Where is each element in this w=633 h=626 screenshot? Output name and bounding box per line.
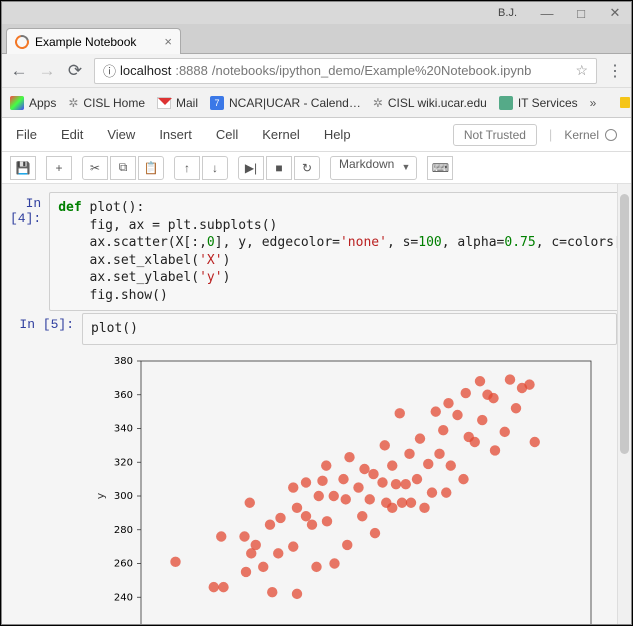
gear-icon: ✲ [68,96,78,110]
bookmark-it-services[interactable]: IT Services [499,96,578,110]
window-close-button[interactable]: ✕ [605,5,625,21]
window-user: B.J. [498,7,517,19]
site-icon [499,96,513,110]
bookmark-label: NCAR|UCAR - Calend… [229,96,361,110]
move-down-button[interactable]: ↓ [202,156,228,180]
bookmark-ncar-calendar[interactable]: 7 NCAR|UCAR - Calend… [210,96,361,110]
menu-edit[interactable]: Edit [61,127,83,142]
cell-type-select[interactable]: Markdown [330,156,417,180]
svg-text:340: 340 [114,423,133,434]
site-info-icon[interactable]: ⓘ [103,61,116,80]
move-up-button[interactable]: ↑ [174,156,200,180]
output-cell: 2345678220240260280300320340360380Xy [10,347,617,624]
command-palette-button[interactable]: ⌨ [427,156,453,180]
menu-view[interactable]: View [107,127,135,142]
toolbar: 💾 + ✂ ⧉ 📋 ↑ ↓ ▶| ■ ↻ Markdown ⌨ [2,152,631,184]
bookmark-label: IT Services [518,96,578,110]
window-maximize-button[interactable]: □ [571,6,591,21]
vertical-scrollbar[interactable] [617,184,631,624]
url-path: /notebooks/ipython_demo/Example%20Notebo… [212,63,531,78]
code-editor[interactable]: plot() [82,313,617,345]
calendar-icon: 7 [210,96,224,110]
back-button[interactable]: ← [10,61,28,81]
input-prompt: In [4]: [10,192,49,311]
bookmark-label: Mail [176,96,198,110]
bookmarks-overflow-button[interactable]: » [590,96,597,110]
gmail-icon [157,97,171,109]
browser-window: B.J. — □ ✕ Example Notebook × ← → ⟳ ⓘ lo… [1,1,632,625]
scrollbar-thumb[interactable] [620,194,629,454]
copy-button[interactable]: ⧉ [110,156,136,180]
bookmark-cisl-home[interactable]: ✲ CISL Home [68,96,145,110]
kernel-label: Kernel [564,128,599,142]
url-port: :8888 [175,63,208,78]
menu-bar: File Edit View Insert Cell Kernel Help N… [2,118,631,152]
window-titlebar: B.J. — □ ✕ [2,2,631,24]
tab-title: Example Notebook [35,35,136,49]
notebook-page: File Edit View Insert Cell Kernel Help N… [2,118,631,624]
other-bookmarks-button[interactable]: Other bookmarks [620,89,633,117]
code-editor[interactable]: def plot(): fig, ax = plt.subplots() ax.… [49,192,631,311]
code-cell[interactable]: In [5]: plot() [10,313,617,345]
menu-help[interactable]: Help [324,127,351,142]
apps-button[interactable]: Apps [10,96,56,110]
tab-strip: Example Notebook × [2,24,631,54]
scatter-plot: 2345678220240260280300320340360380Xy [86,351,606,624]
svg-text:260: 260 [114,558,133,569]
separator: | [549,127,552,142]
menu-file[interactable]: File [16,127,37,142]
notebook-scroll-area[interactable]: In [4]: def plot(): fig, ax = plt.subplo… [2,184,631,624]
menu-insert[interactable]: Insert [159,127,192,142]
bookmark-mail[interactable]: Mail [157,96,198,110]
url-host: localhost [120,63,171,78]
address-bar-row: ← → ⟳ ⓘ localhost :8888/notebooks/ipython… [2,54,631,88]
svg-text:360: 360 [114,390,133,401]
menu-kernel[interactable]: Kernel [262,127,300,142]
output-prompt [10,347,82,624]
svg-text:280: 280 [114,525,133,536]
apps-icon [10,96,24,110]
bookmark-cisl-wiki[interactable]: ✲ CISL wiki.ucar.edu [373,96,487,110]
svg-text:300: 300 [114,491,133,502]
tab-notebook[interactable]: Example Notebook × [6,28,181,54]
restart-button[interactable]: ↻ [294,156,320,180]
svg-text:320: 320 [114,457,133,468]
address-bar[interactable]: ⓘ localhost :8888/notebooks/ipython_demo/… [94,58,597,84]
input-prompt: In [5]: [10,313,82,345]
save-button[interactable]: 💾 [10,156,36,180]
jupyter-icon [12,32,31,51]
trust-button[interactable]: Not Trusted [453,124,537,146]
apps-label: Apps [29,96,56,110]
bookmarks-bar: Apps ✲ CISL Home Mail 7 NCAR|UCAR - Cale… [2,88,631,118]
window-minimize-button[interactable]: — [537,6,557,21]
stop-button[interactable]: ■ [266,156,292,180]
kernel-indicator[interactable]: Kernel [564,128,617,142]
bookmark-label: CISL wiki.ucar.edu [388,96,487,110]
cut-button[interactable]: ✂ [82,156,108,180]
forward-button[interactable]: → [38,61,56,81]
scatter-plot-svg: 2345678220240260280300320340360380Xy [86,351,606,624]
svg-text:380: 380 [114,356,133,367]
run-button[interactable]: ▶| [238,156,264,180]
browser-menu-button[interactable]: ⋮ [607,61,623,81]
folder-icon [620,97,630,108]
menu-cell[interactable]: Cell [216,127,238,142]
add-cell-button[interactable]: + [46,156,72,180]
bookmark-label: CISL Home [83,96,145,110]
code-cell[interactable]: In [4]: def plot(): fig, ax = plt.subplo… [10,192,617,311]
paste-button[interactable]: 📋 [138,156,164,180]
output-area: 2345678220240260280300320340360380Xy [82,347,617,624]
gear-icon: ✲ [373,96,383,110]
bookmark-star-icon[interactable]: ☆ [575,62,588,79]
tab-close-button[interactable]: × [164,34,172,49]
kernel-idle-icon [605,129,617,141]
reload-button[interactable]: ⟳ [66,61,84,81]
svg-text:y: y [94,492,107,499]
svg-text:240: 240 [114,592,133,603]
